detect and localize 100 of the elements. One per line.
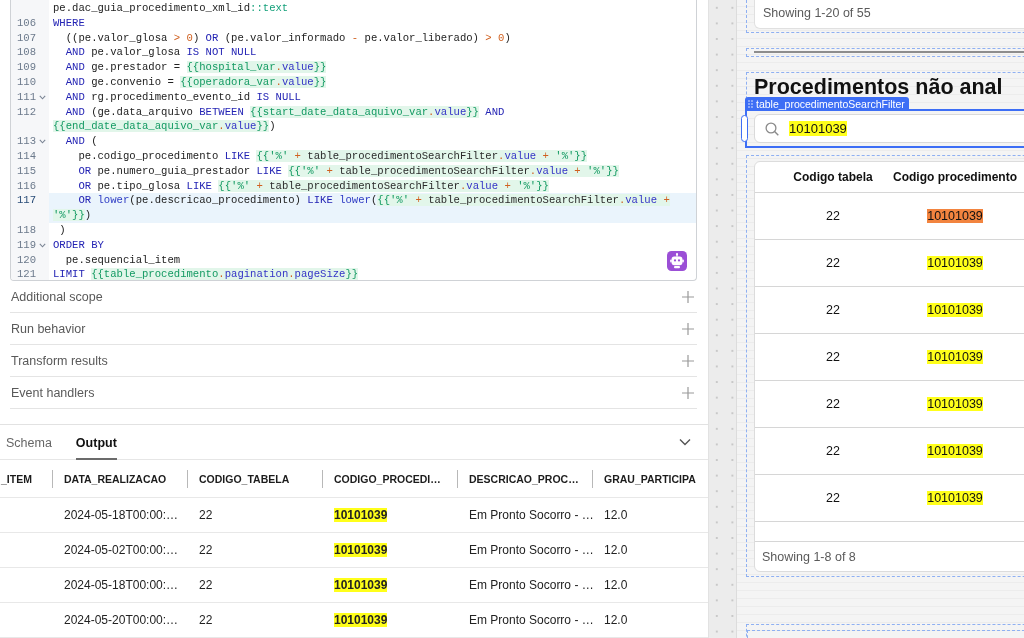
code-editor[interactable] xyxy=(10,0,697,282)
table-cell: 10101039 xyxy=(927,444,983,458)
resize-handle[interactable] xyxy=(741,115,748,142)
table-cell: 10101039 xyxy=(334,578,388,592)
table-cell: Em Pronto Socorro - … xyxy=(469,613,594,627)
line-number: 112 xyxy=(16,104,36,120)
fold-chevron-icon[interactable] xyxy=(39,242,46,248)
tab[interactable]: Schema xyxy=(6,425,52,460)
line-number: 115 xyxy=(16,163,36,179)
table-cell: 12.0 xyxy=(604,543,628,557)
code-line: AND (ge.data_arquivo BETWEEN {{start_date_data_aquivo_var.value}} AND xyxy=(64,104,505,120)
table-cell: 22 xyxy=(826,491,840,505)
code-line: LIMIT {{table_procedimento.pagination.pageSize}} xyxy=(52,267,359,281)
drag-handle-icon[interactable] xyxy=(748,100,753,108)
table-cell: 12.0 xyxy=(604,613,628,627)
table-cell: Em Pronto Socorro - … xyxy=(469,578,594,592)
line-number: 118 xyxy=(16,222,36,238)
code-line: ) xyxy=(58,222,66,238)
tab[interactable]: Output xyxy=(75,425,117,460)
table-cell: 10101039 xyxy=(927,256,983,270)
table-cell: 10101039 xyxy=(927,350,983,364)
section-header[interactable]: Run behavior xyxy=(10,313,697,346)
line-number: 114 xyxy=(16,148,36,164)
table-cell: 22 xyxy=(826,209,840,223)
line-number: 113 xyxy=(16,134,36,149)
table-cell: 22 xyxy=(826,397,840,411)
plus-icon[interactable] xyxy=(682,354,694,367)
table-cell: 10101039 xyxy=(334,613,388,627)
table-cell: 22 xyxy=(199,508,213,522)
code-line: AND ( xyxy=(64,134,98,149)
table-cell: 10101039 xyxy=(927,397,983,411)
code-line: AND pe.valor_glosa IS NOT NULL xyxy=(64,45,257,61)
table-cell: 10101039 xyxy=(927,209,983,223)
table-cell: 22 xyxy=(199,543,213,557)
code-line: ((pe.valor_glosa > 0) OR (pe.valor_informado - pe.valor_liberado) > 0) xyxy=(64,30,511,46)
section-header[interactable]: Transform results xyxy=(10,345,697,378)
code-line: AND ge.convenio = {{operadora_var.value}} xyxy=(64,75,327,90)
table-cell: 22 xyxy=(826,303,840,317)
code-line: ORDER BY xyxy=(52,237,104,253)
line-number: 107 xyxy=(16,30,36,46)
table-cell: 10101039 xyxy=(334,543,388,557)
code-line: AND ge.prestador = {{hospital_var.value}} xyxy=(64,60,327,75)
table-cell: 22 xyxy=(826,350,840,364)
column-header[interactable]: Codigo procedimento xyxy=(893,170,1017,184)
line-number: 121 xyxy=(16,267,36,281)
search-value: 10101039 xyxy=(789,121,847,136)
table-cell: 12.0 xyxy=(604,508,628,522)
plus-icon[interactable] xyxy=(682,386,694,399)
table-cell: 22 xyxy=(826,256,840,270)
line-number: 117 xyxy=(16,193,36,209)
line-number: 106 xyxy=(16,15,36,31)
fold-chevron-icon[interactable] xyxy=(39,94,46,100)
column-header[interactable]: CODIGO_TABELA xyxy=(199,472,290,485)
search-icon xyxy=(765,121,779,136)
component-name-tag[interactable]: table_procedimentoSearchFilter xyxy=(745,97,909,110)
table-cell: 2024-05-18T00:00:… xyxy=(64,508,179,522)
column-header[interactable]: DESCRICAO_PROC… xyxy=(469,472,579,485)
table-cell: 10101039 xyxy=(334,508,388,522)
pagination-label: Showing 1-8 of 8 xyxy=(762,549,856,564)
chevron-down-icon[interactable] xyxy=(679,438,691,447)
table-cell: 10101039 xyxy=(927,491,983,505)
code-line: {{end_date_data_aquivo_var.value}}) xyxy=(52,119,276,135)
table-cell: 2024-05-20T00:00:… xyxy=(64,613,179,627)
table-cell: Em Pronto Socorro - … xyxy=(469,543,594,557)
column-header[interactable]: DATA_REALIZACAO xyxy=(64,472,167,485)
table-cell: 22 xyxy=(199,613,213,627)
pagination-label: Showing 1-20 of 55 xyxy=(763,6,871,20)
table-cell: 2024-05-02T00:00:… xyxy=(64,543,179,557)
table-cell: 2024-05-18T00:00:… xyxy=(64,578,179,592)
line-number: 110 xyxy=(16,75,36,90)
column-header[interactable]: GRAU_PARTICIPA xyxy=(604,472,696,485)
plus-icon[interactable] xyxy=(682,322,694,335)
page-title: Procedimentos não anal xyxy=(754,74,1003,100)
column-header[interactable]: CODIGO_PROCEDI… xyxy=(334,472,441,485)
table-cell: 22 xyxy=(199,578,213,592)
code-line: OR pe.tipo_glosa LIKE {{'%' + table_procedimentoSearchFilter.value + '%'}} xyxy=(77,178,549,194)
code-line: OR pe.numero_guia_prestador LIKE {{'%' + table_procedimentoSearchFilter.value + '%'}} xyxy=(77,163,619,179)
section-header[interactable]: Event handlers xyxy=(10,377,697,410)
plus-icon[interactable] xyxy=(682,290,694,303)
table-cell: 10101039 xyxy=(927,303,983,317)
line-number: 109 xyxy=(16,60,36,75)
code-line: AND rg.procedimento_evento_id IS NULL xyxy=(64,89,301,105)
table-cell: 22 xyxy=(826,444,840,458)
line-number: 119 xyxy=(16,237,36,253)
table-cell: Em Pronto Socorro - … xyxy=(469,508,594,522)
line-number: 111 xyxy=(16,89,36,105)
column-header[interactable]: Codigo tabela xyxy=(793,170,873,184)
line-number: 120 xyxy=(16,252,36,268)
code-line: pe.sequencial_item xyxy=(64,252,181,268)
search-field[interactable]: 10101039 xyxy=(754,114,1024,143)
robot-icon[interactable] xyxy=(667,251,687,272)
line-number: 108 xyxy=(16,45,36,61)
fold-chevron-icon[interactable] xyxy=(39,139,46,145)
column-header[interactable]: _ITEM xyxy=(1,472,32,485)
code-line: pe.codigo_procedimento LIKE {{'%' + table_procedimentoSearchFilter.value + '%'}} xyxy=(77,148,588,164)
code-line: pe.dac_guia_procedimento_xml_id::text xyxy=(52,1,289,16)
section-header[interactable]: Additional scope xyxy=(10,281,697,314)
line-number: 116 xyxy=(16,178,36,194)
code-line: WHERE xyxy=(52,15,85,31)
table-cell: 12.0 xyxy=(604,578,628,592)
